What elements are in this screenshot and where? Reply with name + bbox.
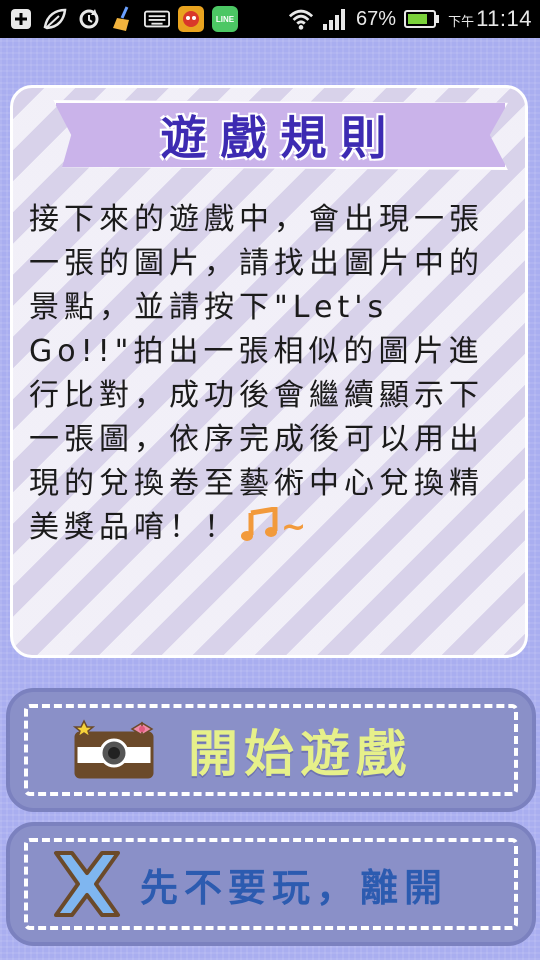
battery-icon: [404, 6, 440, 32]
wifi-icon: [288, 6, 314, 32]
leaf-icon: [42, 6, 68, 32]
game-app-icon: [178, 6, 204, 32]
sync-icon: [76, 6, 102, 32]
music-note-icon: [241, 506, 281, 556]
signal-icon: [322, 6, 348, 32]
rules-body: 接下來的遊戲中，會出現一張一張的圖片，請找出圖片中的景點，並請按下"Let's …: [29, 198, 517, 556]
broom-icon: [110, 6, 136, 32]
battery-percent: 67%: [356, 7, 397, 30]
line-app-icon: LINE: [212, 6, 238, 32]
status-bar: LINE 67% 下午11:14: [0, 0, 540, 38]
tilde-decoration: ~: [281, 510, 312, 545]
start-game-label: 開始遊戲: [188, 725, 412, 783]
close-x-icon: [48, 849, 126, 919]
rules-card: 遊戲規則 接下來的遊戲中，會出現一張一張的圖片，請找出圖片中的景點，並請按下"L…: [10, 85, 528, 658]
title-ribbon: 遊戲規則: [53, 100, 508, 170]
leave-label: 先不要玩，離開: [140, 865, 449, 910]
rules-body-text: 接下來的遊戲中，會出現一張一張的圖片，請找出圖片中的景點，並請按下"Let's …: [29, 202, 484, 545]
camera-icon: [72, 719, 156, 781]
keyboard-icon: [144, 6, 170, 32]
leave-button-frame: 先不要玩，離開: [24, 838, 518, 930]
add-icon: [8, 6, 34, 32]
leave-button[interactable]: 先不要玩，離開: [6, 822, 536, 946]
rules-title: 遊戲規則: [160, 111, 401, 165]
start-game-button[interactable]: 開始遊戲: [6, 688, 536, 812]
clock-ampm: 下午: [448, 15, 475, 30]
start-button-frame: 開始遊戲: [24, 704, 518, 796]
clock-time: 11:14: [476, 6, 532, 31]
